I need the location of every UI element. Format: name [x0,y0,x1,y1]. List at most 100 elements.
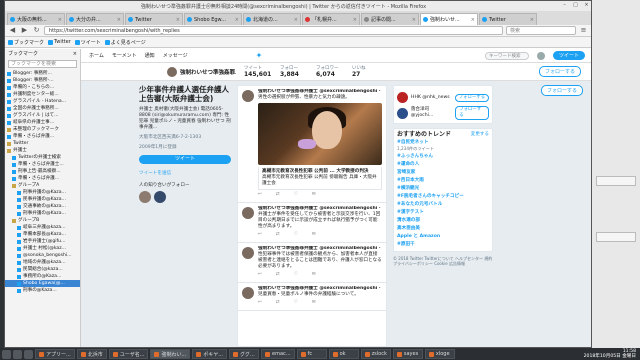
send-tweet-link[interactable]: ツイートを送信 [139,170,231,176]
bookmark-item[interactable]: 岐阜県の弁護士事... [5,119,80,126]
bookmark-item[interactable]: Shobo Egawa(@... [5,280,80,287]
message-icon[interactable]: ✉ [312,272,316,278]
browser-tab[interactable]: Twitter × [479,13,537,25]
tab-close-icon[interactable]: × [471,17,475,23]
follower-avatar[interactable] [139,191,151,203]
bookmark-item[interactable]: 準備本部長@Kaza... [5,231,80,238]
like-icon[interactable]: ♡ [294,232,298,238]
bookmark-item[interactable]: Blogger: 事務所... [5,70,80,77]
follower-avatar[interactable] [154,191,166,203]
trend-name[interactable]: #ふっさんちゃん [397,154,489,160]
trend-name[interactable]: 清水達の部 [397,218,489,224]
nav-moments-link[interactable]: モーメント [112,52,137,59]
stat-tweets[interactable]: ツイート 145,601 [244,65,272,78]
browser-tab[interactable]: 「札幌弁... × [302,13,360,25]
taskbar-item[interactable]: ユーザ名... [108,349,149,359]
stat-followers[interactable]: フォロワー 6,074 [316,65,344,78]
taskbar-item[interactable]: ググ... [229,349,260,359]
tab-close-icon[interactable]: × [294,17,298,23]
taskbar-item[interactable]: sayes [392,349,423,359]
launcher-icon[interactable] [24,349,33,359]
stat-following[interactable]: フォロー 3,884 [280,65,308,78]
browser-tab[interactable]: 北海道の... × [243,13,301,25]
bookmark-item[interactable]: 準備・さらば弁護... [5,175,80,182]
trend-name[interactable]: #あなたの元号バトル [397,202,489,208]
trend-item[interactable]: 高木亜由美 [397,226,489,232]
taskbar-item[interactable]: xloge [424,349,455,359]
tweet-avatar[interactable] [242,287,254,299]
bookmark-item[interactable]: @sonoka_bengoshi... [5,252,80,259]
trend-name[interactable]: #横浜観光 [397,186,489,192]
reload-button[interactable]: ↻ [32,26,41,35]
tweet[interactable]: 強制わいせつ準強姦罪弁護士 @sexcriminalbengoshi · 8時間… [238,203,386,243]
trend-name[interactable]: #西日本大雨 [397,178,489,184]
bookmark-toolbar-item[interactable]: ブックマーク [8,39,44,46]
app-menu-icon[interactable] [2,349,11,359]
trend-name[interactable]: #原田千 [397,242,489,248]
compose-tweet-button[interactable]: ツイート [552,51,585,60]
taskbar-item[interactable]: 強制わい... [150,349,191,359]
like-icon[interactable]: ♡ [294,300,298,306]
trend-item[interactable]: #西日本大雨 [397,178,489,184]
nav-home-link[interactable]: ホーム [89,52,104,59]
suggested-user-name[interactable]: HHK @nhk_news [411,95,450,101]
retweet-icon[interactable]: ⇄ [276,192,280,198]
tab-close-icon[interactable]: × [117,17,121,23]
bookmark-item[interactable]: 交通事故の@Kaza... [5,203,80,210]
tab-close-icon[interactable]: × [353,17,357,23]
bookmark-item[interactable]: Blogger: 事務所-... [5,77,80,84]
tab-close-icon[interactable]: × [235,17,239,23]
reply-icon[interactable]: ↩ [258,272,262,278]
taskbar-item[interactable]: アプリー... [35,349,75,359]
tweet-to-button[interactable]: ツイート [139,155,231,164]
trend-item[interactable]: #あなたの元号バトル [397,202,489,208]
bookmark-item[interactable]: 民事弁護の@Kaza... [5,196,80,203]
follow-suggested-button[interactable]: フォローする [454,93,489,102]
tab-close-icon[interactable]: × [58,17,62,23]
reply-icon[interactable]: ↩ [258,232,262,238]
tab-close-icon[interactable]: × [176,17,180,23]
twitter-bird-icon[interactable]: ✦ [256,51,263,60]
nav-messages-link[interactable]: メッセージ [163,52,188,59]
menu-button[interactable]: ≡ [579,26,588,35]
account-avatar[interactable] [536,51,545,60]
retweet-icon[interactable]: ⇄ [276,300,280,306]
bookmark-item[interactable]: 民間総合(@kaza... [5,266,80,273]
bookmark-item[interactable]: 弁護制度センター総... [5,91,80,98]
trend-name[interactable]: #F脱毛者さんのキャッチコピー [397,194,489,200]
taskbar-item[interactable]: zslock [360,349,391,359]
suggested-user[interactable]: 落合洋司 @yjochi... フォローする [397,106,489,120]
profile-avatar-small[interactable] [167,66,177,77]
trend-item[interactable]: #ふっさんちゃん [397,154,489,160]
clock[interactable]: 11:58 2018年10月05日 金曜日 [584,349,636,359]
trend-name[interactable]: Apple と Amazon [397,234,489,240]
bookmark-item[interactable]: 弁護士 村松(@kaz... [5,245,80,252]
suggested-user-avatar[interactable] [397,107,408,119]
trend-item[interactable]: #F脱毛者さんのキャッチコピー [397,194,489,200]
suggested-user[interactable]: HHK @nhk_news フォローする [397,92,489,103]
bookmark-item[interactable]: 準備・さらば弁護... [5,133,80,140]
tweet-avatar[interactable] [242,207,254,219]
message-icon[interactable]: ✉ [312,192,316,198]
message-icon[interactable]: ✉ [312,232,316,238]
forward-button[interactable]: ▶ [20,26,29,35]
suggested-user-avatar[interactable] [397,92,408,103]
follow-suggested-button[interactable]: フォローする [455,106,489,120]
close-sidebar-button[interactable]: × [73,51,77,57]
launcher-icon[interactable] [13,349,22,359]
bookmark-folder[interactable]: グループB [5,217,80,224]
link-card[interactable]: 高槻市元教育次長性犯罪 公判前 ... 大学教授の判決 高槻市元教育次長性犯罪 公… [258,167,382,190]
stat-likes[interactable]: いいね 27 [352,65,380,78]
bookmark-item[interactable]: 刑事上告·最高検察... [5,168,80,175]
message-icon[interactable]: ✉ [312,300,316,306]
reply-icon[interactable]: ↩ [258,300,262,306]
bookmark-item[interactable]: 岩手弁護士(@gifu... [5,238,80,245]
trend-item[interactable]: #横浜観光 [397,186,489,192]
bookmark-item[interactable]: 刑事の@Kaza... [5,287,80,294]
bookmark-toolbar-item[interactable]: Twitter [48,39,71,45]
trend-name[interactable]: 宮崎友家 [397,170,489,176]
trend-name[interactable]: #漢字テスト [397,210,489,216]
bookmark-item[interactable]: グラスパイル | はて... [5,112,80,119]
tweet[interactable]: 強制わいせつ準強姦罪弁護士 @sexcriminalbengoshi · 9時間… [238,243,386,283]
bookmark-toolbar-item[interactable]: ツイート [74,39,101,46]
